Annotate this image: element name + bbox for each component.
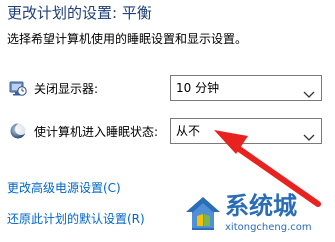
moon-sleep-icon — [9, 122, 27, 140]
turn-off-display-value: 10 分钟 — [176, 81, 220, 95]
sleep-value: 从不 — [176, 124, 201, 138]
page-subtitle: 选择希望计算机使用的睡眠设置和显示设置。 — [7, 32, 248, 46]
power-plan-settings-window: 更改计划的设置: 平衡 选择希望计算机使用的睡眠设置和显示设置。 关闭显示器: … — [0, 0, 335, 242]
sleep-select[interactable]: 从不 — [170, 118, 322, 144]
chevron-down-icon — [303, 84, 315, 98]
restore-defaults-link[interactable]: 还原此计划的默认设置(R) — [7, 211, 145, 227]
turn-off-display-select[interactable]: 10 分钟 — [170, 75, 322, 101]
watermark-url: xitongcheng.com — [225, 222, 312, 233]
turn-off-display-label: 关闭显示器: — [34, 82, 99, 96]
page-title: 更改计划的设置: 平衡 — [7, 4, 152, 22]
advanced-power-settings-link[interactable]: 更改高级电源设置(C) — [7, 180, 121, 196]
watermark-logo: 系统城 xitongcheng.com — [183, 190, 333, 240]
sleep-label: 使计算机进入睡眠状态: — [34, 125, 159, 139]
watermark-brand: 系统城 — [225, 192, 297, 220]
house-logo-icon — [186, 197, 220, 230]
monitor-clock-icon — [9, 79, 27, 97]
chevron-down-icon — [303, 127, 315, 141]
